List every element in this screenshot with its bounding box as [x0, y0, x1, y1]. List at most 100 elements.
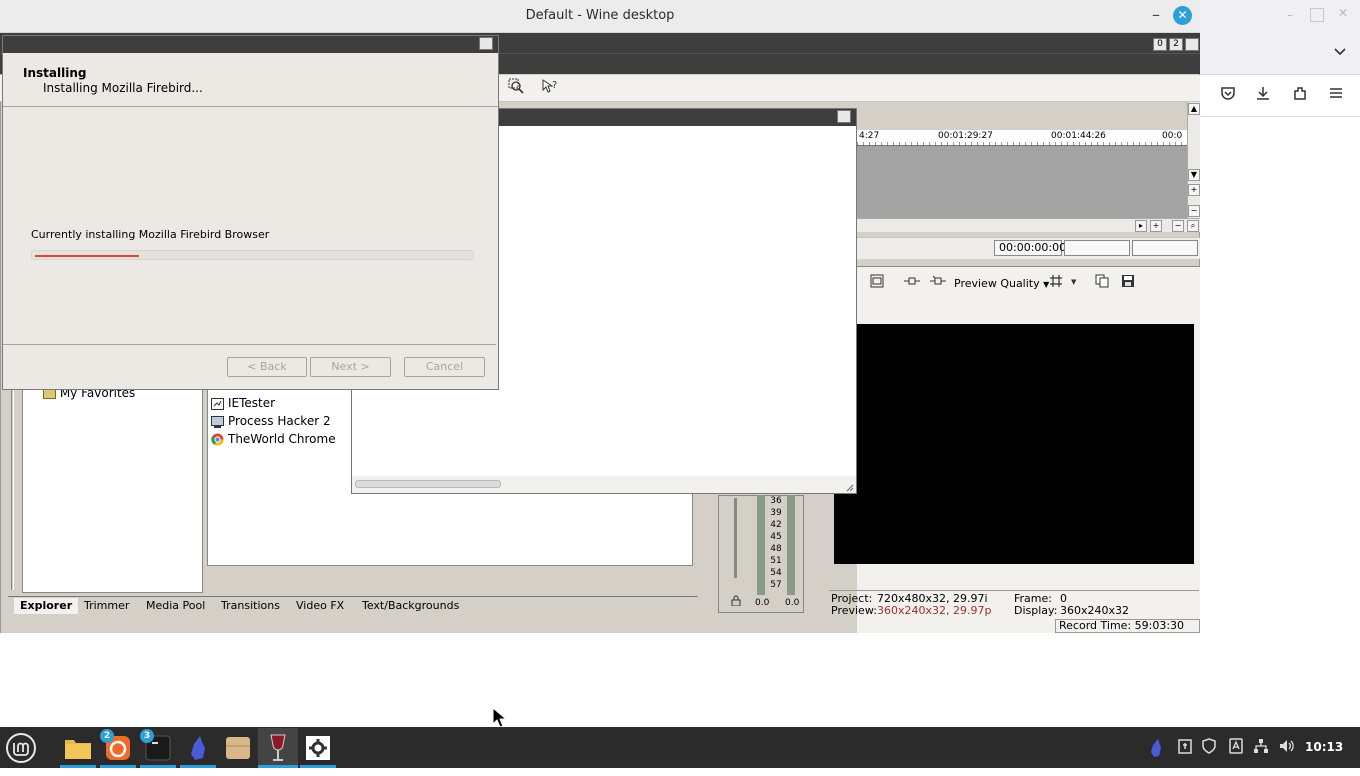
extensions-icon[interactable]: [1289, 85, 1311, 107]
zoom-out-icon[interactable]: −: [1188, 205, 1200, 217]
hzoom-in-icon[interactable]: +: [1150, 220, 1162, 232]
whats-this-help-icon[interactable]: ?: [540, 78, 560, 98]
window-title: Default - Wine desktop: [525, 8, 675, 23]
explorer-splitter[interactable]: [11, 385, 14, 590]
pocket-icon[interactable]: [1217, 85, 1239, 107]
scroll-down-arrow-icon[interactable]: ▼: [1188, 169, 1200, 181]
progress-fill: [35, 255, 139, 257]
notification-badge: 2: [100, 729, 114, 743]
record-time: Record Time: 59:03:30: [1055, 619, 1200, 633]
timeline-track-area[interactable]: [857, 146, 1187, 218]
lock-icon[interactable]: [731, 595, 741, 609]
tab-transitions[interactable]: Transitions: [215, 598, 286, 614]
tab-video-fx[interactable]: Video FX: [290, 598, 350, 614]
installer-maximize-button[interactable]: [479, 37, 493, 50]
browser-maximize-icon[interactable]: [1310, 8, 1324, 22]
settings-taskbar-icon[interactable]: [300, 731, 336, 765]
meter-left-value: 0.0: [755, 598, 770, 608]
chevron-down-icon[interactable]: [1329, 42, 1351, 64]
zoom-tool-icon[interactable]: [506, 78, 526, 98]
minimize-button[interactable]: –: [1146, 5, 1166, 25]
archive-taskbar-icon[interactable]: [220, 731, 256, 765]
meter-right-value: 0.0: [785, 598, 800, 608]
file-name: Process Hacker 2: [228, 414, 331, 428]
close-button[interactable]: ✕: [1173, 6, 1192, 25]
timecode-display[interactable]: 00:00:00:00: [994, 240, 1066, 256]
files-taskbar-icon[interactable]: [60, 731, 96, 765]
meter-tick: 48: [770, 544, 782, 554]
meter-left: [757, 495, 765, 595]
menu-icon[interactable]: [1325, 85, 1347, 107]
browser-divider: [1200, 116, 1360, 117]
wine-app-taskbar-icon[interactable]: [180, 731, 216, 765]
copy-snapshot-icon[interactable]: [1092, 274, 1112, 294]
app-maximize-button[interactable]: [1185, 38, 1199, 51]
chrome-icon: [211, 433, 224, 446]
fader-track[interactable]: [734, 498, 737, 578]
display-value: 360x240x32: [1060, 604, 1130, 617]
save-snapshot-icon[interactable]: [1118, 274, 1138, 294]
tab-explorer[interactable]: Explorer: [14, 598, 79, 614]
process-hacker-icon: [211, 415, 224, 428]
installer-divider: [3, 344, 496, 345]
selection-length-field[interactable]: [1132, 240, 1198, 256]
volume-icon[interactable]: [1278, 738, 1296, 756]
svg-text:?: ?: [552, 80, 557, 91]
timeline-ruler[interactable]: 4:27 00:01:29:27 00:01:44:26 00:0: [857, 130, 1187, 146]
shortcut-icon: [211, 397, 224, 410]
zoom-in-icon[interactable]: +: [1188, 184, 1200, 196]
installer-titlebar: [3, 36, 498, 53]
clipboard-icon[interactable]: [1176, 738, 1194, 756]
scroll-up-arrow-icon[interactable]: ▲: [1188, 103, 1200, 115]
wine-tray-icon[interactable]: [1147, 738, 1165, 757]
preview-info: Project: 720x480x32, 29.97i Preview: 360…: [829, 590, 1199, 618]
download-icon[interactable]: [1252, 85, 1274, 107]
keyboard-layout-icon[interactable]: [1227, 738, 1245, 756]
preview-label: Preview:: [831, 604, 877, 617]
external-monitor-icon[interactable]: [902, 274, 922, 294]
split-screen-icon[interactable]: [928, 274, 948, 294]
ruler-tick-label: 00:01:29:27: [938, 131, 993, 141]
network-icon[interactable]: [1252, 738, 1270, 756]
preview-properties-icon[interactable]: [867, 274, 887, 294]
clock[interactable]: 10:13: [1305, 740, 1343, 754]
browser-minimize-icon[interactable]: –: [1283, 8, 1297, 22]
zoom-magnifier-icon[interactable]: ⌕: [1187, 220, 1199, 232]
preview-quality-dropdown[interactable]: Preview Quality ▼: [954, 277, 1049, 290]
installer-status-text: Currently installing Mozilla Firebird Br…: [31, 228, 270, 241]
tab-trimmer[interactable]: Trimmer: [78, 598, 135, 614]
cancel-button[interactable]: Cancel: [404, 357, 485, 377]
overlays-grid-icon[interactable]: [1046, 274, 1066, 294]
ruler-tick-label: 00:01:44:26: [1051, 131, 1106, 141]
back-button[interactable]: < Back: [227, 357, 307, 377]
resize-grip-icon[interactable]: [844, 482, 854, 492]
meter-tick: 39: [770, 508, 782, 518]
hzoom-out-icon[interactable]: −: [1172, 220, 1184, 232]
overlays-dropdown-arrow-icon[interactable]: ▼: [1071, 278, 1076, 286]
tab-text-backgrounds[interactable]: Text/Backgrounds: [356, 598, 465, 614]
tab-media-pool[interactable]: Media Pool: [140, 598, 211, 614]
meter-tick: 45: [770, 532, 782, 542]
installer-header: [3, 53, 498, 107]
wine-glass-taskbar-item[interactable]: [258, 728, 298, 768]
browser-close-icon[interactable]: ✕: [1336, 6, 1350, 20]
next-button[interactable]: Next >: [310, 357, 391, 377]
preview-quality-label: Preview Quality: [954, 277, 1040, 290]
ruler-tick-label: 00:0: [1162, 131, 1183, 141]
child-window-maximize-button[interactable]: [837, 110, 851, 123]
notification-badge: 3: [140, 729, 154, 743]
selection-start-field[interactable]: [1064, 240, 1130, 256]
meter-tick: 57: [770, 580, 782, 590]
mint-menu-icon[interactable]: [5, 732, 37, 764]
scroll-right-arrow-icon[interactable]: ▸: [1135, 220, 1147, 232]
window-docking-tabs: Explorer Trimmer Media Pool Transitions …: [8, 596, 698, 614]
file-name: TheWorld Chrome: [228, 432, 336, 446]
app-minimize-button[interactable]: 0: [1153, 38, 1167, 51]
installer-progress-bar: [31, 250, 474, 260]
meter-tick: 42: [770, 520, 782, 530]
child-window-scrollbar[interactable]: [355, 480, 501, 488]
explorer-tree[interactable]: My Favorites: [22, 385, 203, 593]
app-restore-button[interactable]: 2: [1169, 38, 1183, 51]
timeline-horizontal-scrollbar[interactable]: [857, 218, 1200, 232]
shield-icon[interactable]: [1200, 738, 1218, 756]
